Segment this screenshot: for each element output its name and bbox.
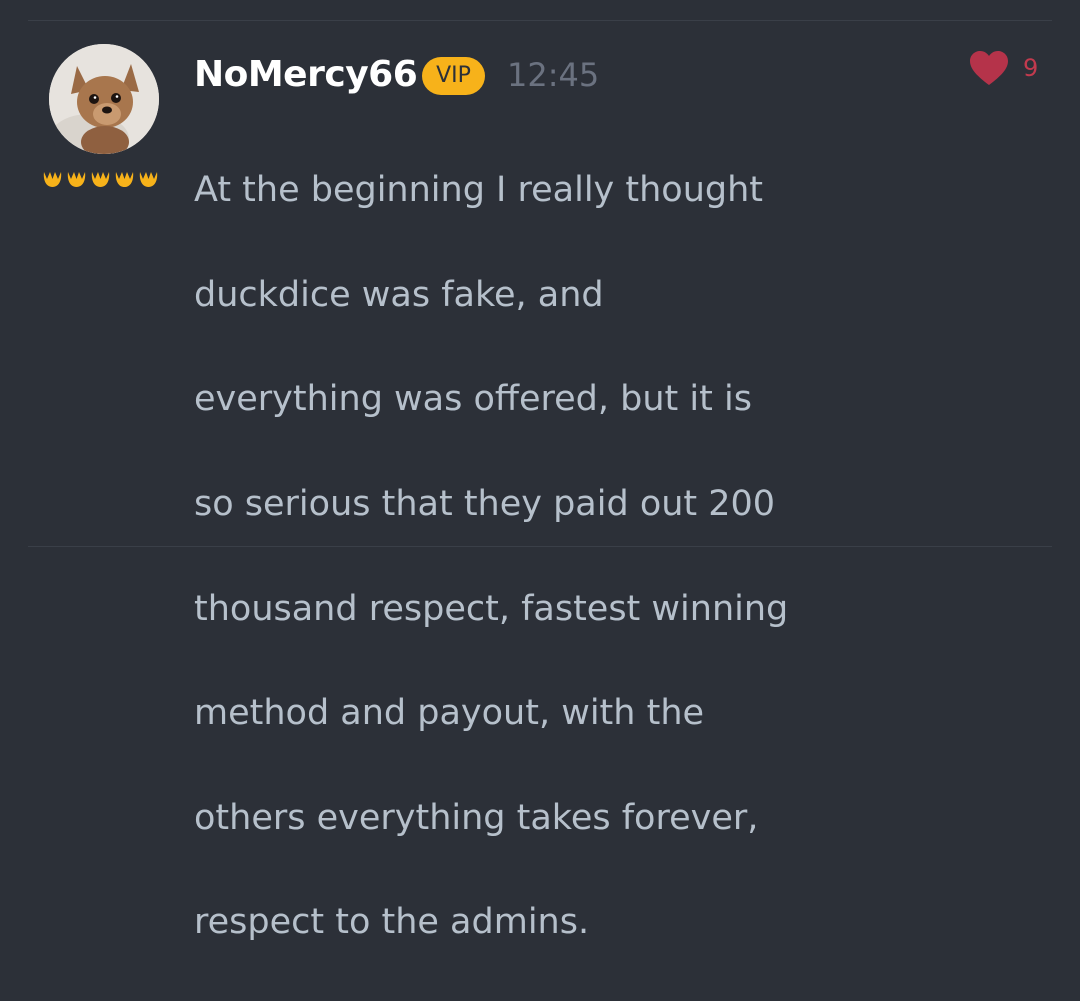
comment-line: method and payout, with the [194, 693, 705, 734]
comment-line: everything was offered, but it is [194, 379, 752, 420]
comment-line: so serious that they paid out 200 [194, 484, 776, 525]
user-rank [42, 168, 159, 189]
paw-icon [91, 172, 110, 187]
vip-badge: VIP [422, 57, 485, 95]
like-button[interactable]: 9 [969, 50, 1038, 86]
username[interactable]: NoMercy66 [194, 52, 418, 98]
paw-icon [139, 172, 158, 187]
heart-icon [970, 51, 1008, 85]
comment-line: At the beginning I really thought [194, 170, 764, 211]
comment-item: NoMercy66 VIP 12:45 9 At the beginning I… [0, 0, 1080, 942]
dog-avatar-image [49, 44, 159, 154]
comment-line: thousand respect, fastest winning [194, 588, 789, 629]
comment-timestamp: 12:45 [507, 56, 600, 94]
comment-line: respect to the admins. [194, 902, 590, 943]
paw-icon [67, 172, 86, 187]
paw-icon [115, 172, 134, 187]
like-count: 9 [1023, 54, 1039, 82]
paw-icon [43, 172, 62, 187]
comment-text: At the beginning I really thought duckdi… [194, 112, 854, 1001]
comment-line: others everything takes forever, [194, 797, 759, 838]
bottom-divider [28, 546, 1052, 547]
avatar[interactable] [49, 44, 159, 154]
comment-line: duckdice was fake, and [194, 274, 604, 315]
